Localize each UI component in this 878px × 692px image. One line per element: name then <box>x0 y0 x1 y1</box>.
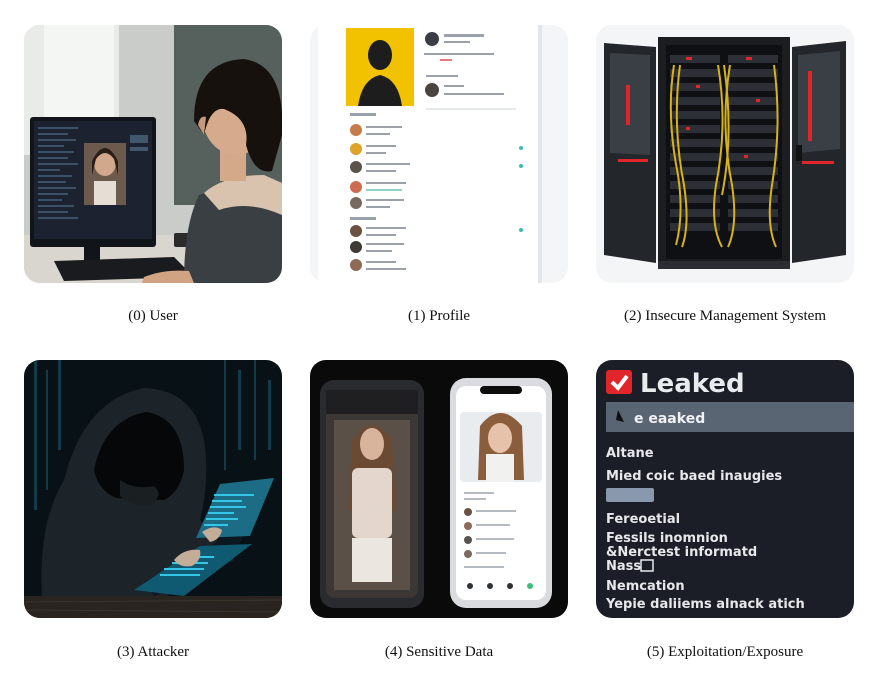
sensitive-data-panel <box>310 360 568 618</box>
leaked-line: Yepie daliiems alnack atich <box>605 597 805 612</box>
phones-illustration <box>310 360 568 618</box>
leaked-screen-illustration: Leaked e eaaked Altane Mied coic baed in… <box>596 360 854 618</box>
server-panel <box>596 25 854 283</box>
leaked-bar-text: e eaaked <box>634 411 705 427</box>
profile-illustration <box>310 25 568 283</box>
leaked-line: Nemcation <box>606 579 685 594</box>
exposure-panel: Leaked e eaaked Altane Mied coic baed in… <box>596 360 854 618</box>
caption-user: (0) User <box>128 308 178 324</box>
caption-sensitive-data: (4) Sensitive Data <box>384 644 494 660</box>
attacker-illustration <box>24 360 282 618</box>
figure-grid: (0) User (1) Profile (2) Insecure Manage… <box>0 0 878 692</box>
leaked-line: Mied coic baed inaugies <box>606 469 782 484</box>
caption-exploitation: (5) Exploitation/Exposure <box>646 644 804 660</box>
user-panel <box>24 25 282 283</box>
leaked-line: Altane <box>606 446 654 461</box>
caption-profile: (1) Profile <box>407 308 471 324</box>
leaked-line: Fessils inomnion <box>606 531 728 546</box>
caption-attacker: (3) Attacker <box>116 644 190 660</box>
leaked-line: &Nerctest informatd <box>606 545 757 560</box>
leaked-line: Nass <box>606 559 641 574</box>
caption-management-system: (2) Insecure Management System <box>623 308 827 324</box>
leaked-line: Fereoetial <box>606 512 680 527</box>
attacker-panel <box>24 360 282 618</box>
checkbox-icon <box>606 370 632 394</box>
leaked-title: Leaked <box>640 369 745 399</box>
profile-panel <box>310 25 568 283</box>
user-illustration <box>24 25 282 283</box>
server-rack-illustration <box>596 25 854 283</box>
